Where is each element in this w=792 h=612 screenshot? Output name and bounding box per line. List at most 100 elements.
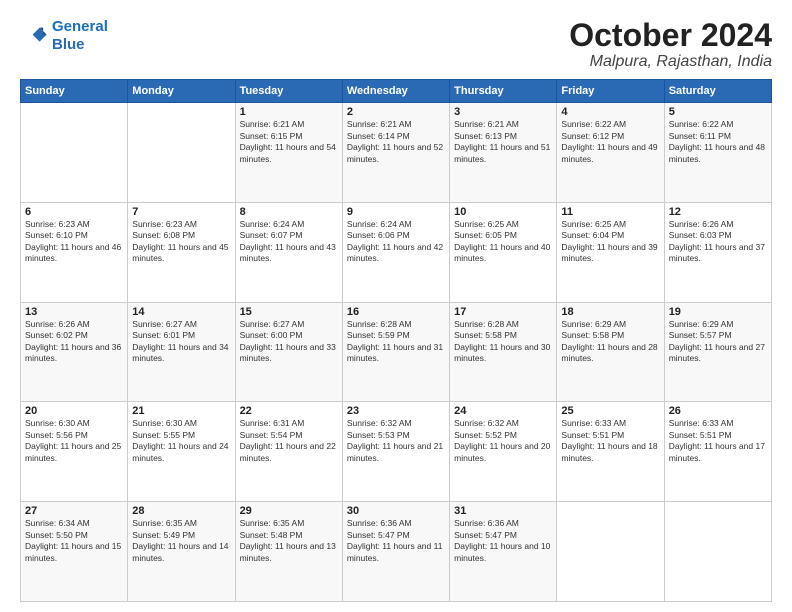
logo-icon xyxy=(20,22,48,50)
calendar-cell: 31Sunrise: 6:36 AM Sunset: 5:47 PM Dayli… xyxy=(450,502,557,602)
calendar-cell: 10Sunrise: 6:25 AM Sunset: 6:05 PM Dayli… xyxy=(450,202,557,302)
day-number: 16 xyxy=(347,306,445,318)
calendar-week-row: 13Sunrise: 6:26 AM Sunset: 6:02 PM Dayli… xyxy=(21,302,772,402)
calendar-cell: 26Sunrise: 6:33 AM Sunset: 5:51 PM Dayli… xyxy=(664,402,771,502)
day-number: 23 xyxy=(347,405,445,417)
day-info: Sunrise: 6:33 AM Sunset: 5:51 PM Dayligh… xyxy=(669,418,767,464)
weekday-header: Sunday xyxy=(21,80,128,103)
day-number: 9 xyxy=(347,206,445,218)
calendar-cell: 9Sunrise: 6:24 AM Sunset: 6:06 PM Daylig… xyxy=(342,202,449,302)
day-number: 4 xyxy=(561,106,659,118)
calendar-cell: 23Sunrise: 6:32 AM Sunset: 5:53 PM Dayli… xyxy=(342,402,449,502)
day-info: Sunrise: 6:22 AM Sunset: 6:11 PM Dayligh… xyxy=(669,119,767,165)
day-number: 11 xyxy=(561,206,659,218)
day-info: Sunrise: 6:36 AM Sunset: 5:47 PM Dayligh… xyxy=(454,518,552,564)
day-number: 14 xyxy=(132,306,230,318)
day-number: 8 xyxy=(240,206,338,218)
calendar-cell: 11Sunrise: 6:25 AM Sunset: 6:04 PM Dayli… xyxy=(557,202,664,302)
day-number: 10 xyxy=(454,206,552,218)
day-info: Sunrise: 6:32 AM Sunset: 5:52 PM Dayligh… xyxy=(454,418,552,464)
calendar-cell: 5Sunrise: 6:22 AM Sunset: 6:11 PM Daylig… xyxy=(664,103,771,203)
calendar-cell: 24Sunrise: 6:32 AM Sunset: 5:52 PM Dayli… xyxy=(450,402,557,502)
day-number: 18 xyxy=(561,306,659,318)
day-number: 29 xyxy=(240,505,338,517)
day-info: Sunrise: 6:27 AM Sunset: 6:00 PM Dayligh… xyxy=(240,319,338,365)
calendar-cell: 12Sunrise: 6:26 AM Sunset: 6:03 PM Dayli… xyxy=(664,202,771,302)
day-info: Sunrise: 6:35 AM Sunset: 5:48 PM Dayligh… xyxy=(240,518,338,564)
day-number: 26 xyxy=(669,405,767,417)
weekday-header: Wednesday xyxy=(342,80,449,103)
logo-line2: Blue xyxy=(52,36,85,53)
day-info: Sunrise: 6:32 AM Sunset: 5:53 PM Dayligh… xyxy=(347,418,445,464)
calendar-cell: 3Sunrise: 6:21 AM Sunset: 6:13 PM Daylig… xyxy=(450,103,557,203)
logo-line1: General xyxy=(52,18,108,35)
day-info: Sunrise: 6:30 AM Sunset: 5:56 PM Dayligh… xyxy=(25,418,123,464)
day-info: Sunrise: 6:26 AM Sunset: 6:03 PM Dayligh… xyxy=(669,219,767,265)
day-info: Sunrise: 6:21 AM Sunset: 6:15 PM Dayligh… xyxy=(240,119,338,165)
calendar-cell: 13Sunrise: 6:26 AM Sunset: 6:02 PM Dayli… xyxy=(21,302,128,402)
day-info: Sunrise: 6:22 AM Sunset: 6:12 PM Dayligh… xyxy=(561,119,659,165)
calendar-cell: 1Sunrise: 6:21 AM Sunset: 6:15 PM Daylig… xyxy=(235,103,342,203)
day-info: Sunrise: 6:33 AM Sunset: 5:51 PM Dayligh… xyxy=(561,418,659,464)
day-info: Sunrise: 6:24 AM Sunset: 6:06 PM Dayligh… xyxy=(347,219,445,265)
calendar-cell: 16Sunrise: 6:28 AM Sunset: 5:59 PM Dayli… xyxy=(342,302,449,402)
day-number: 2 xyxy=(347,106,445,118)
day-number: 25 xyxy=(561,405,659,417)
day-info: Sunrise: 6:36 AM Sunset: 5:47 PM Dayligh… xyxy=(347,518,445,564)
day-number: 19 xyxy=(669,306,767,318)
calendar-cell: 28Sunrise: 6:35 AM Sunset: 5:49 PM Dayli… xyxy=(128,502,235,602)
day-info: Sunrise: 6:28 AM Sunset: 5:58 PM Dayligh… xyxy=(454,319,552,365)
day-info: Sunrise: 6:35 AM Sunset: 5:49 PM Dayligh… xyxy=(132,518,230,564)
calendar-cell: 15Sunrise: 6:27 AM Sunset: 6:00 PM Dayli… xyxy=(235,302,342,402)
day-info: Sunrise: 6:34 AM Sunset: 5:50 PM Dayligh… xyxy=(25,518,123,564)
calendar-cell: 25Sunrise: 6:33 AM Sunset: 5:51 PM Dayli… xyxy=(557,402,664,502)
day-number: 13 xyxy=(25,306,123,318)
day-number: 3 xyxy=(454,106,552,118)
day-number: 30 xyxy=(347,505,445,517)
calendar-week-row: 1Sunrise: 6:21 AM Sunset: 6:15 PM Daylig… xyxy=(21,103,772,203)
calendar-cell: 17Sunrise: 6:28 AM Sunset: 5:58 PM Dayli… xyxy=(450,302,557,402)
logo-text: General Blue xyxy=(52,18,108,54)
day-number: 28 xyxy=(132,505,230,517)
calendar-cell: 14Sunrise: 6:27 AM Sunset: 6:01 PM Dayli… xyxy=(128,302,235,402)
day-number: 7 xyxy=(132,206,230,218)
weekday-header: Friday xyxy=(557,80,664,103)
calendar-header-row: SundayMondayTuesdayWednesdayThursdayFrid… xyxy=(21,80,772,103)
day-number: 17 xyxy=(454,306,552,318)
day-info: Sunrise: 6:29 AM Sunset: 5:57 PM Dayligh… xyxy=(669,319,767,365)
calendar-cell xyxy=(664,502,771,602)
day-number: 15 xyxy=(240,306,338,318)
day-number: 31 xyxy=(454,505,552,517)
calendar-week-row: 20Sunrise: 6:30 AM Sunset: 5:56 PM Dayli… xyxy=(21,402,772,502)
calendar-week-row: 6Sunrise: 6:23 AM Sunset: 6:10 PM Daylig… xyxy=(21,202,772,302)
day-number: 22 xyxy=(240,405,338,417)
calendar-week-row: 27Sunrise: 6:34 AM Sunset: 5:50 PM Dayli… xyxy=(21,502,772,602)
day-info: Sunrise: 6:26 AM Sunset: 6:02 PM Dayligh… xyxy=(25,319,123,365)
calendar-cell: 7Sunrise: 6:23 AM Sunset: 6:08 PM Daylig… xyxy=(128,202,235,302)
header: General Blue October 2024 Malpura, Rajas… xyxy=(20,18,772,71)
calendar-cell xyxy=(557,502,664,602)
day-info: Sunrise: 6:24 AM Sunset: 6:07 PM Dayligh… xyxy=(240,219,338,265)
calendar-cell: 8Sunrise: 6:24 AM Sunset: 6:07 PM Daylig… xyxy=(235,202,342,302)
day-number: 5 xyxy=(669,106,767,118)
day-info: Sunrise: 6:31 AM Sunset: 5:54 PM Dayligh… xyxy=(240,418,338,464)
title-block: October 2024 Malpura, Rajasthan, India xyxy=(569,18,772,71)
day-number: 6 xyxy=(25,206,123,218)
day-info: Sunrise: 6:21 AM Sunset: 6:14 PM Dayligh… xyxy=(347,119,445,165)
day-number: 20 xyxy=(25,405,123,417)
day-info: Sunrise: 6:23 AM Sunset: 6:08 PM Dayligh… xyxy=(132,219,230,265)
day-number: 21 xyxy=(132,405,230,417)
day-info: Sunrise: 6:27 AM Sunset: 6:01 PM Dayligh… xyxy=(132,319,230,365)
calendar-cell: 30Sunrise: 6:36 AM Sunset: 5:47 PM Dayli… xyxy=(342,502,449,602)
month-title: October 2024 xyxy=(569,18,772,53)
day-info: Sunrise: 6:30 AM Sunset: 5:55 PM Dayligh… xyxy=(132,418,230,464)
calendar-cell: 21Sunrise: 6:30 AM Sunset: 5:55 PM Dayli… xyxy=(128,402,235,502)
weekday-header: Thursday xyxy=(450,80,557,103)
day-info: Sunrise: 6:25 AM Sunset: 6:05 PM Dayligh… xyxy=(454,219,552,265)
calendar-table: SundayMondayTuesdayWednesdayThursdayFrid… xyxy=(20,79,772,602)
calendar-cell: 22Sunrise: 6:31 AM Sunset: 5:54 PM Dayli… xyxy=(235,402,342,502)
calendar-cell: 4Sunrise: 6:22 AM Sunset: 6:12 PM Daylig… xyxy=(557,103,664,203)
calendar-cell: 2Sunrise: 6:21 AM Sunset: 6:14 PM Daylig… xyxy=(342,103,449,203)
calendar-cell: 20Sunrise: 6:30 AM Sunset: 5:56 PM Dayli… xyxy=(21,402,128,502)
location-title: Malpura, Rajasthan, India xyxy=(569,53,772,71)
